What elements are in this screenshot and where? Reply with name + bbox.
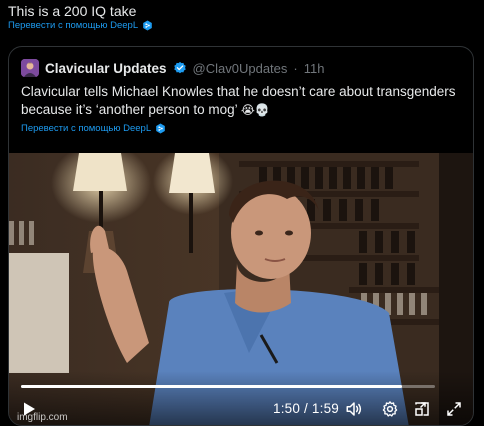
avatar-image [21,59,39,77]
progress-fill [21,385,402,388]
verified-badge-icon [173,61,186,74]
quoted-post-card[interactable]: Clavicular Updates @Clav0Updates · 11h C… [8,46,474,426]
video-controls: 1:50 / 1:59 [9,371,473,425]
progress-bar[interactable] [21,385,435,388]
fullscreen-icon[interactable] [445,400,463,418]
time-display: 1:50 / 1:59 [273,401,340,416]
avatar[interactable] [21,59,39,77]
post-timestamp[interactable]: 11h [304,61,325,76]
picture-in-picture-icon[interactable] [413,400,431,418]
deepl-icon [143,20,152,31]
quote-header: Clavicular Updates @Clav0Updates · 11h [21,59,324,77]
quote-emojis: 😭💀 [240,103,270,117]
quote-text: Clavicular tells Michael Knowles that he… [21,83,461,119]
deepl-icon [156,123,165,134]
watermark: imgflip.com [17,412,68,423]
translate-label: Перевести с помощью DeepL [21,123,152,134]
author-name[interactable]: Clavicular Updates [45,61,167,76]
translate-link[interactable]: Перевести с помощью DeepL [8,20,153,31]
gear-icon[interactable] [381,400,399,418]
author-handle[interactable]: @Clav0Updates [193,61,288,76]
volume-icon[interactable] [345,400,363,418]
post-text: This is a 200 IQ take [8,3,137,19]
quote-translate-link[interactable]: Перевести с помощью DeepL [21,123,166,134]
translate-label: Перевести с помощью DeepL [8,20,139,31]
video-player[interactable]: 1:50 / 1:59 imgflip.com [9,153,473,425]
separator-dot: · [293,60,298,76]
quote-body: Clavicular tells Michael Knowles that he… [21,84,456,117]
